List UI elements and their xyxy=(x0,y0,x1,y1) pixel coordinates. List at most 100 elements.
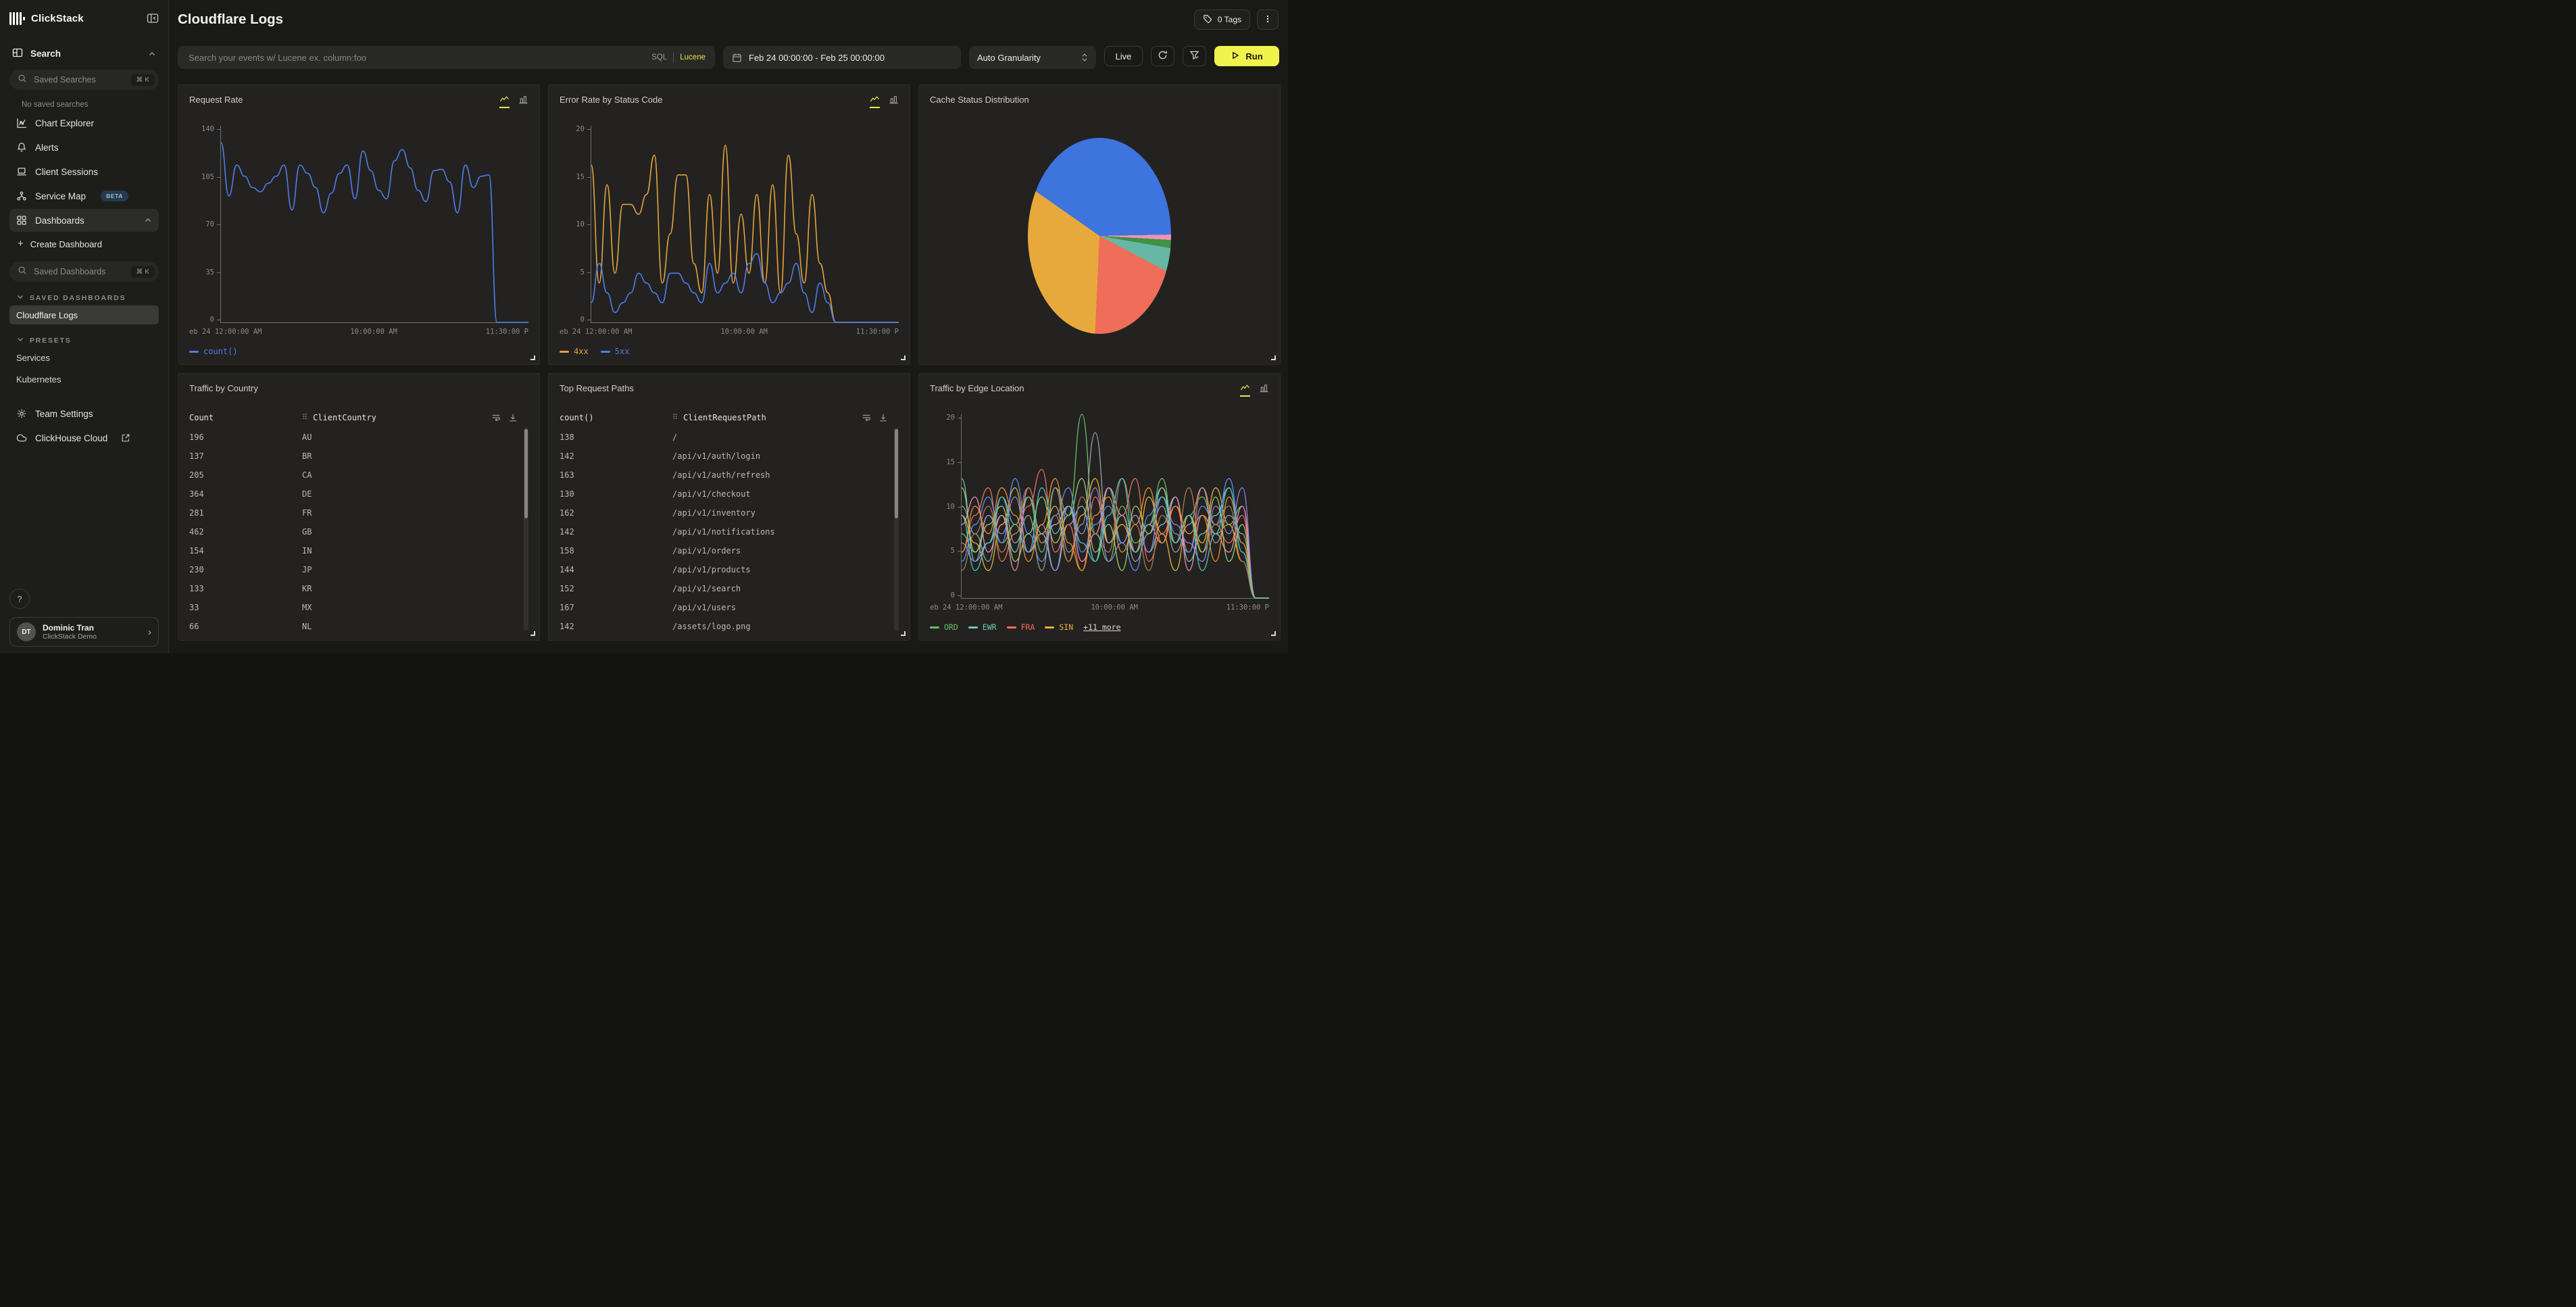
sidebar-item-team-settings[interactable]: Team Settings xyxy=(9,402,159,425)
scrollbar-thumb[interactable] xyxy=(524,429,528,518)
sidebar-item-alerts[interactable]: Alerts xyxy=(9,136,159,159)
presets-section-label[interactable]: PRESETS xyxy=(16,335,159,345)
drag-handle-icon[interactable]: ⠿ xyxy=(302,414,307,421)
y-axis-label: 15 xyxy=(946,459,955,466)
download-icon[interactable] xyxy=(508,413,518,422)
legend-item[interactable]: SIN xyxy=(1045,622,1073,632)
plot-area[interactable] xyxy=(961,414,1269,599)
filter-button[interactable] xyxy=(1183,46,1206,66)
table-row: 158/api/v1/orders xyxy=(560,541,899,560)
plot-area[interactable] xyxy=(220,126,528,323)
resize-handle[interactable] xyxy=(530,631,535,636)
filter-icon xyxy=(1189,50,1199,62)
resize-handle[interactable] xyxy=(901,355,906,360)
sidebar-item-kubernetes[interactable]: Kubernetes xyxy=(9,370,159,389)
sidebar-item-client-sessions[interactable]: Client Sessions xyxy=(9,160,159,183)
sidebar-item-services[interactable]: Services xyxy=(9,348,159,367)
sidebar-item-service-map[interactable]: Service Map BETA xyxy=(9,184,159,207)
legend-more-link[interactable]: +11 more xyxy=(1083,622,1120,632)
granularity-select[interactable]: Auto Granularity xyxy=(969,46,1096,69)
cell-value: DE xyxy=(302,489,312,499)
legend-swatch xyxy=(601,351,610,353)
bar-chart-toggle-icon[interactable] xyxy=(518,95,528,108)
search-icon xyxy=(18,74,27,87)
sidebar-item-dashboards[interactable]: Dashboards xyxy=(9,209,159,232)
legend-item[interactable]: 4xx xyxy=(560,347,589,356)
panel-title: Request Rate xyxy=(189,95,243,105)
event-search-input[interactable] xyxy=(187,52,645,64)
lucene-toggle[interactable]: Lucene xyxy=(680,53,705,61)
cell-value: /assets/logo.png xyxy=(672,622,751,631)
column-header[interactable]: ClientRequestPath xyxy=(683,413,766,422)
pie-chart[interactable] xyxy=(1028,138,1171,334)
y-axis-label: 10 xyxy=(946,503,955,510)
date-range-picker[interactable]: Feb 24 00:00:00 - Feb 25 00:00:00 xyxy=(723,46,961,69)
column-header[interactable]: ClientCountry xyxy=(313,413,376,422)
saved-dashboards-input[interactable]: ⌘ K xyxy=(9,262,159,282)
help-button[interactable]: ? xyxy=(9,589,30,609)
scrollbar-thumb[interactable] xyxy=(895,429,898,518)
user-name: Dominic Tran xyxy=(43,623,97,633)
panel-top-request-paths: Top Request Paths count() ⠿ ClientReques… xyxy=(548,373,910,641)
sql-toggle[interactable]: SQL xyxy=(651,53,667,61)
user-menu[interactable]: DT Dominic Tran ClickStack Demo › xyxy=(9,617,159,647)
tags-button[interactable]: 0 Tags xyxy=(1194,9,1250,30)
sidebar-section-search[interactable]: Search xyxy=(9,47,159,60)
download-icon[interactable] xyxy=(878,413,888,422)
legend-item[interactable]: 5xx xyxy=(601,347,630,356)
line-chart-toggle-icon[interactable] xyxy=(870,95,880,108)
resize-handle[interactable] xyxy=(1271,631,1276,636)
drag-handle-icon[interactable]: ⠿ xyxy=(672,414,678,421)
bar-chart-toggle-icon[interactable] xyxy=(1259,383,1269,397)
cell-value: IN xyxy=(302,546,312,556)
wrap-text-icon[interactable] xyxy=(491,413,501,422)
create-dashboard-button[interactable]: + Create Dashboard xyxy=(18,236,159,252)
line-chart-toggle-icon[interactable] xyxy=(499,95,510,108)
sidebar-item-chart-explorer[interactable]: Chart Explorer xyxy=(9,112,159,134)
saved-dashboards-field[interactable] xyxy=(32,266,126,277)
sidebar-collapse-icon[interactable] xyxy=(147,13,159,24)
column-header[interactable]: count() xyxy=(560,413,672,422)
saved-searches-input[interactable]: ⌘ K xyxy=(9,70,159,90)
app-name: ClickStack xyxy=(31,13,84,24)
page-title: Cloudflare Logs xyxy=(178,11,283,28)
table-row: 230JP xyxy=(189,560,528,579)
run-button[interactable]: Run xyxy=(1214,46,1279,66)
y-axis-label: 5 xyxy=(951,547,955,554)
table-row: 281FR xyxy=(189,503,528,522)
legend-item[interactable]: FRA xyxy=(1007,622,1035,632)
sidebar-item-clickhouse-cloud[interactable]: ClickHouse Cloud xyxy=(9,426,159,449)
saved-dashboards-section-label[interactable]: SAVED DASHBOARDS xyxy=(16,293,159,303)
resize-handle[interactable] xyxy=(901,631,906,636)
team-settings-label: Team Settings xyxy=(35,409,93,419)
x-axis-label: 10:00:00 AM xyxy=(720,328,768,337)
refresh-button[interactable] xyxy=(1151,46,1174,66)
cell-count: 142 xyxy=(560,527,672,537)
chevron-up-icon[interactable] xyxy=(148,50,156,58)
event-search-box[interactable]: SQL Lucene xyxy=(178,46,715,69)
line-chart-toggle-icon[interactable] xyxy=(1240,383,1250,397)
column-header[interactable]: Count xyxy=(189,413,302,422)
laptop-icon xyxy=(16,166,27,177)
cell-count: 462 xyxy=(189,527,302,537)
panel-menu-button[interactable] xyxy=(1257,9,1279,30)
sidebar-item-cloudflare-logs[interactable]: Cloudflare Logs xyxy=(9,305,159,324)
gear-icon xyxy=(16,408,27,419)
resize-handle[interactable] xyxy=(1271,355,1276,360)
legend-item[interactable]: EWR xyxy=(968,622,997,632)
x-axis: eb 24 12:00:00 AM10:00:00 AM11:30:00 P xyxy=(930,603,1269,613)
table-scrollbar[interactable] xyxy=(894,428,899,631)
saved-searches-field[interactable] xyxy=(32,74,126,85)
chevron-up-icon[interactable] xyxy=(144,216,152,224)
plot-area[interactable] xyxy=(591,126,899,323)
bar-chart-toggle-icon[interactable] xyxy=(889,95,899,108)
y-axis: 20151050 xyxy=(930,414,961,599)
line-series xyxy=(591,253,899,322)
resize-handle[interactable] xyxy=(530,355,535,360)
legend-item[interactable]: ORD xyxy=(930,622,958,632)
legend-label: ORD xyxy=(944,622,958,632)
live-button[interactable]: Live xyxy=(1104,46,1143,66)
wrap-text-icon[interactable] xyxy=(862,413,871,422)
table-scrollbar[interactable] xyxy=(524,428,528,631)
legend-item[interactable]: count() xyxy=(189,347,238,356)
